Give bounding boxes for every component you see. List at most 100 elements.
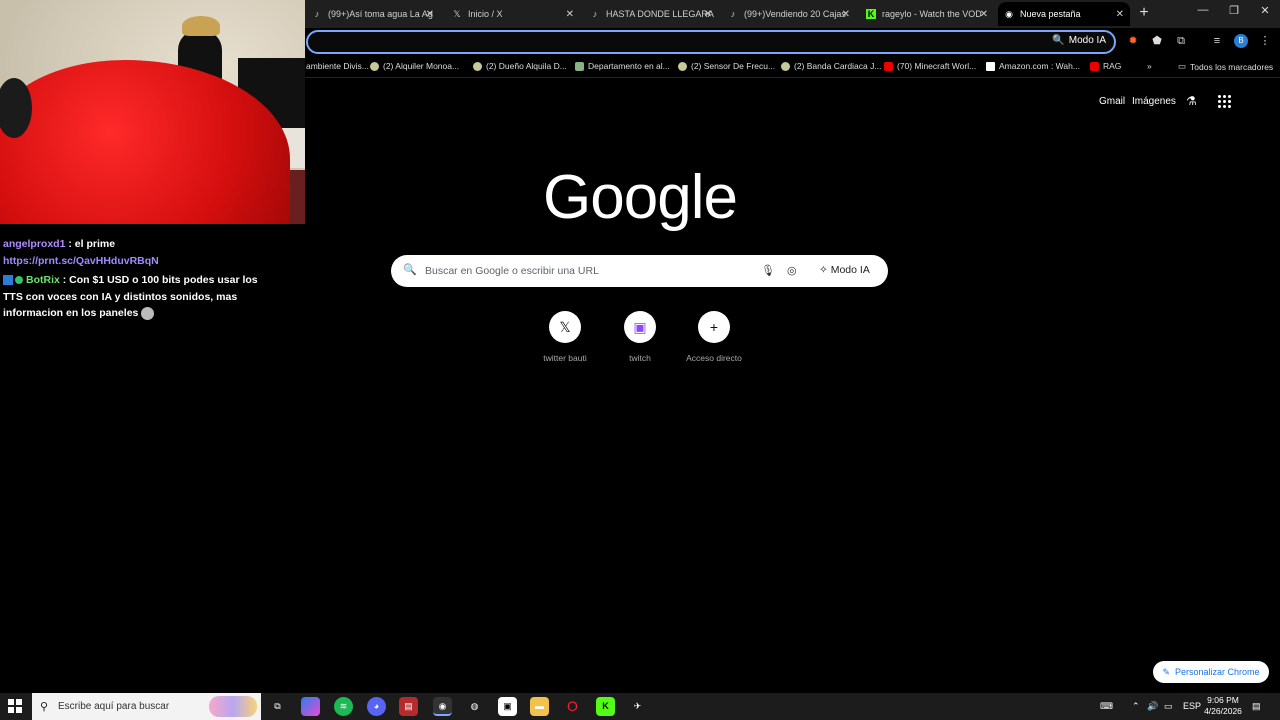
- bookmark-item[interactable]: RAG: [1090, 61, 1121, 71]
- tray-overflow-icon[interactable]: ⌃: [1132, 701, 1140, 712]
- amazon-icon: [986, 61, 995, 71]
- shortcut-label: twitter bauti: [543, 353, 587, 363]
- tiktok-icon: ♪: [730, 9, 736, 19]
- task-view-icon[interactable]: ⧉: [268, 697, 287, 716]
- plus-icon: +: [698, 311, 730, 343]
- bookmarks-overflow-button[interactable]: »: [1147, 61, 1152, 71]
- search-icon: ⚲: [40, 701, 49, 713]
- google-logo: Google: [543, 163, 738, 232]
- restore-button[interactable]: ❐: [1219, 4, 1249, 17]
- taskbar-search[interactable]: ⚲ Escribe aquí para buscar: [32, 693, 261, 720]
- shortcut-twitch[interactable]: ▣ twitch: [600, 311, 680, 363]
- extension-fox-icon[interactable]: ✹: [1126, 34, 1140, 48]
- bookmark-item[interactable]: Amazon.com : Wah...: [986, 61, 1080, 71]
- sparkle-search-icon: ✧: [819, 264, 831, 276]
- tab-title: (99+)Vendiendo 20 Cajas: [744, 9, 846, 19]
- bookmark-item[interactable]: (2) Sensor De Frecu...: [678, 61, 775, 71]
- ai-mode-label: Modo IA: [1068, 35, 1106, 46]
- youtube-icon: [1090, 61, 1099, 71]
- search-input[interactable]: Buscar en Google o escribir una URL: [425, 265, 599, 277]
- file-explorer-icon[interactable]: ▬: [530, 697, 549, 716]
- search-icon: 🔍: [403, 264, 417, 276]
- youtube-icon: [884, 61, 893, 71]
- close-icon[interactable]: ✕: [566, 9, 574, 20]
- x-icon: 𝕏: [453, 9, 461, 19]
- windows-taskbar: ⚲ Escribe aquí para buscar ⧉ ≋ ◕ ▤ ◉ ◍ ▣…: [0, 693, 1280, 720]
- close-icon[interactable]: ✕: [842, 9, 850, 20]
- taskbar-search-input[interactable]: Escribe aquí para buscar: [58, 701, 169, 712]
- volume-icon[interactable]: 🔊: [1147, 701, 1158, 712]
- menu-kebab-icon[interactable]: ⋮: [1258, 34, 1272, 48]
- emote-icon: [141, 306, 155, 320]
- shortcut-twitter-bauti[interactable]: 𝕏 twitter bauti: [525, 311, 605, 363]
- ai-mode-chip[interactable]: 🔍 Modo IA: [1052, 35, 1106, 46]
- chrome-taskbar-icon[interactable]: ◉: [433, 697, 452, 716]
- customize-chrome-button[interactable]: ✎ Personalizar Chrome: [1153, 661, 1269, 683]
- close-icon[interactable]: ✕: [704, 9, 712, 20]
- tab-1[interactable]: ♪ (99+)Así toma agua La Ag ✕: [306, 2, 440, 26]
- extension-icon[interactable]: ⬟: [1150, 34, 1164, 48]
- images-link[interactable]: Imágenes: [1132, 96, 1176, 107]
- apps-grid-icon[interactable]: [1218, 95, 1232, 109]
- close-icon[interactable]: ✕: [980, 9, 988, 20]
- tab-title: (99+)Así toma agua La Ag: [328, 9, 433, 19]
- bookmark-item[interactable]: (2) Dueño Alquila D...: [473, 61, 567, 71]
- close-window-button[interactable]: ✕: [1250, 4, 1280, 17]
- gmail-link[interactable]: Gmail: [1099, 96, 1125, 107]
- tab-2[interactable]: 𝕏 Inicio / X ✕: [446, 2, 580, 26]
- close-icon[interactable]: ✕: [1116, 9, 1124, 20]
- pencil-icon: ✎: [1162, 666, 1170, 677]
- tab-5[interactable]: K rageylo - Watch the VOD ✕: [860, 2, 994, 26]
- tab-title: Nueva pestaña: [1020, 9, 1081, 19]
- image-icon: [575, 61, 584, 71]
- shortcut-label: twitch: [629, 353, 651, 363]
- ai-mode-button[interactable]: ✧ Modo IA: [819, 264, 870, 276]
- tab-title: HASTA DONDE LLEGARA: [606, 9, 714, 19]
- discord-icon[interactable]: ◕: [367, 697, 386, 716]
- microphone-icon[interactable]: 🎙: [761, 264, 775, 277]
- labs-flask-icon[interactable]: ⚗: [1186, 94, 1197, 108]
- tab-4[interactable]: ♪ (99+)Vendiendo 20 Cajas ✕: [722, 2, 856, 26]
- system-clock[interactable]: 9:06 PM 4/26/2026: [1196, 695, 1250, 717]
- puzzle-icon[interactable]: ⧉: [1174, 34, 1188, 48]
- windows-start-icon[interactable]: [8, 699, 22, 713]
- bot-badge-icon: [3, 275, 13, 286]
- shortcut-add[interactable]: + Acceso directo: [674, 311, 754, 363]
- bookmark-item[interactable]: (2) Alquiler Monoa...: [370, 61, 459, 71]
- tab-3[interactable]: ♪ HASTA DONDE LLEGARA ✕: [584, 2, 718, 26]
- search-box[interactable]: 🔍 Buscar en Google o escribir una URL 🎙 …: [391, 255, 888, 287]
- chat-link[interactable]: https://prnt.sc/QavHHduvRBqN: [3, 253, 273, 270]
- bookmark-item[interactable]: ambiente Divis...: [306, 61, 369, 71]
- bookmark-item[interactable]: (2) Banda Cardiaca J...: [781, 61, 881, 71]
- all-bookmarks-button[interactable]: ▭ Todos los marcadores: [1178, 61, 1273, 72]
- spotify-icon[interactable]: ≋: [334, 697, 353, 716]
- app-icon[interactable]: ▣: [498, 697, 517, 716]
- google-lens-icon[interactable]: ◎: [787, 264, 797, 277]
- new-tab-button[interactable]: +: [1134, 4, 1154, 24]
- hat: [182, 16, 220, 36]
- copilot-icon[interactable]: [301, 697, 320, 716]
- tab-title: Inicio / X: [468, 9, 503, 19]
- tiktok-icon: ♪: [314, 9, 320, 19]
- keyboard-icon[interactable]: ⌨: [1100, 701, 1113, 712]
- minimize-button[interactable]: —: [1188, 4, 1218, 16]
- bookmark-item[interactable]: (70) Minecraft Worl...: [884, 61, 976, 71]
- clock-date: 4/26/2026: [1204, 706, 1242, 716]
- address-bar[interactable]: 🔍 Modo IA: [306, 30, 1116, 54]
- close-icon[interactable]: ✕: [426, 9, 434, 20]
- network-icon[interactable]: ▭: [1164, 701, 1173, 712]
- tab-search-icon[interactable]: ≡: [1210, 34, 1224, 48]
- kick-icon[interactable]: K: [596, 697, 615, 716]
- obs-icon[interactable]: ◍: [465, 697, 484, 716]
- tiktok-icon: ♪: [592, 9, 598, 19]
- chat-username: angelproxd1: [3, 238, 66, 250]
- tab-6-active[interactable]: ◉ Nueva pestaña ✕: [998, 2, 1130, 26]
- notification-icon[interactable]: ▤: [1252, 701, 1261, 712]
- app-icon[interactable]: ✈: [628, 697, 647, 716]
- profile-avatar[interactable]: B: [1234, 34, 1248, 48]
- opera-icon[interactable]: O: [563, 697, 582, 716]
- bookmark-item[interactable]: Departamento en al...: [575, 61, 670, 71]
- twitch-icon: ▣: [624, 311, 656, 343]
- tab-title: rageylo - Watch the VOD: [882, 9, 982, 19]
- video-editor-icon[interactable]: ▤: [399, 697, 418, 716]
